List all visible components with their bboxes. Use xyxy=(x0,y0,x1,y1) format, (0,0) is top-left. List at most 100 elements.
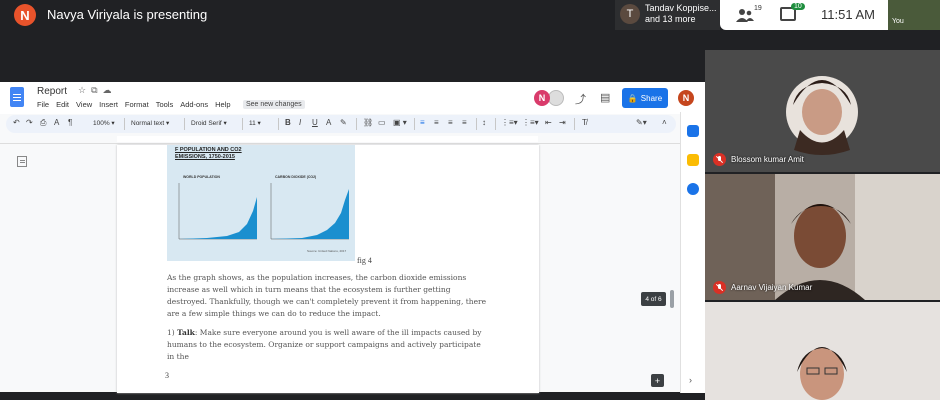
participant-tile[interactable]: Blossom kumar Amit xyxy=(705,50,940,172)
activity-icon[interactable]: ⤴ xyxy=(575,91,586,107)
align-center-icon[interactable]: ≡ xyxy=(434,118,439,127)
figure-caption: fig 4 xyxy=(357,256,372,265)
bold-icon[interactable]: B xyxy=(285,118,291,127)
underline-icon[interactable]: U xyxy=(312,118,318,127)
collapse-toolbar-icon[interactable]: ˄ xyxy=(662,118,667,127)
align-right-icon[interactable]: ≡ xyxy=(448,118,453,127)
people-icon[interactable] xyxy=(735,7,755,23)
toolbar-divider xyxy=(495,118,496,130)
undo-icon[interactable]: ↶ xyxy=(13,118,20,127)
population-area-chart xyxy=(178,183,257,240)
document-outline-icon[interactable] xyxy=(17,156,27,167)
menu-view[interactable]: View xyxy=(76,100,92,109)
menu-tools[interactable]: Tools xyxy=(156,100,174,109)
zoom-select[interactable]: 100% ▾ xyxy=(93,119,115,127)
side-panel: › xyxy=(680,112,705,393)
google-docs-window: Report ☆⧉☁ File Edit View Insert Format … xyxy=(0,82,705,393)
ruler xyxy=(0,134,680,144)
ruler-zone xyxy=(117,136,538,142)
mic-off-icon xyxy=(713,153,726,166)
participant-portrait xyxy=(786,76,858,155)
participant-avatar: T xyxy=(620,4,640,24)
presenting-banner: Navya Viriyala is presenting xyxy=(47,7,208,22)
see-new-changes-link[interactable]: See new changes xyxy=(243,100,305,109)
style-select[interactable]: Normal text ▾ xyxy=(131,119,169,127)
list-item-body: : Make sure everyone around you is well … xyxy=(167,328,482,361)
menu-insert[interactable]: Insert xyxy=(99,100,118,109)
menu-help[interactable]: Help xyxy=(215,100,230,109)
document-page[interactable]: F POPULATION AND CO2 EMISSIONS, 1750-201… xyxy=(117,145,539,393)
toolbar-divider xyxy=(574,118,575,130)
align-left-icon[interactable]: ≡ xyxy=(420,118,425,127)
menu-format[interactable]: Format xyxy=(125,100,149,109)
increase-indent-icon[interactable]: ⇥ xyxy=(559,118,566,127)
bulleted-list-icon[interactable]: ⋮≡▾ xyxy=(522,118,539,127)
list-item-talk: 1) Talk: Make sure everyone around you i… xyxy=(167,327,487,363)
share-button[interactable]: 🔒 Share xyxy=(622,88,668,108)
decrease-indent-icon[interactable]: ⇤ xyxy=(545,118,552,127)
menu-edit[interactable]: Edit xyxy=(56,100,69,109)
page-number: 3 xyxy=(165,371,169,380)
participants-chip-text: Tandav Koppise... and 13 more xyxy=(645,3,717,25)
explore-icon[interactable]: + xyxy=(651,374,664,387)
text-color-icon[interactable]: A xyxy=(326,118,331,127)
cloud-icon[interactable]: ☁ xyxy=(103,85,117,95)
docs-header: Report ☆⧉☁ File Edit View Insert Format … xyxy=(0,82,705,114)
comment-history-icon[interactable]: ▤ xyxy=(600,91,610,104)
toolbar-divider xyxy=(356,118,357,130)
list-item-heading: Talk xyxy=(177,328,195,337)
numbered-list-icon[interactable]: ⋮≡▾ xyxy=(501,118,518,127)
image-icon[interactable]: ▣ ▾ xyxy=(393,118,407,127)
scrollbar[interactable] xyxy=(670,290,674,308)
toolbar-divider xyxy=(124,118,125,130)
font-select[interactable]: Droid Serif ▾ xyxy=(191,119,227,127)
docs-logo-icon[interactable] xyxy=(10,87,24,107)
spellcheck-icon[interactable]: A xyxy=(54,118,59,127)
toolbar-divider xyxy=(242,118,243,130)
account-avatar[interactable]: N xyxy=(678,90,694,106)
participants-chip[interactable]: T Tandav Koppise... and 13 more xyxy=(615,0,720,30)
move-icon[interactable]: ⧉ xyxy=(91,85,102,95)
keep-icon[interactable] xyxy=(687,154,699,166)
list-number: 1) xyxy=(167,328,178,337)
menu-file[interactable]: File xyxy=(37,100,49,109)
toolbar-divider xyxy=(184,118,185,130)
clear-format-icon[interactable]: T̸ xyxy=(582,118,587,127)
redo-icon[interactable]: ↷ xyxy=(26,118,33,127)
lock-icon: 🔒 xyxy=(627,93,638,103)
menu-addons[interactable]: Add-ons xyxy=(180,100,208,109)
co2-area-chart xyxy=(270,183,349,240)
print-icon[interactable]: ⎙ xyxy=(40,118,46,128)
toolbar-divider xyxy=(414,118,415,130)
page-indicator: 4 of 6 xyxy=(641,292,666,306)
line-spacing-icon[interactable]: ↕ xyxy=(482,118,486,127)
comment-icon[interactable]: ▭ xyxy=(378,118,386,127)
zoom-value: 100% xyxy=(93,120,110,127)
tasks-icon[interactable] xyxy=(687,183,699,195)
highlight-icon[interactable]: ✎ xyxy=(340,118,347,127)
clock: 11:51 AM xyxy=(821,7,875,22)
style-value: Normal text xyxy=(131,120,165,127)
calendar-icon[interactable] xyxy=(687,125,699,137)
star-icon[interactable]: ☆ xyxy=(78,85,91,95)
font-size-select[interactable]: 11 ▾ xyxy=(249,119,261,127)
justify-icon[interactable]: ≡ xyxy=(462,118,467,127)
participant-video xyxy=(797,347,847,400)
participant-tile[interactable]: Aarnav Vijaiyan Kumar xyxy=(705,174,940,300)
figure-source: Source: United Nations, 2017 xyxy=(307,249,347,253)
collaborator-avatar[interactable]: N xyxy=(534,90,550,106)
link-icon[interactable]: ⛓ xyxy=(363,118,373,127)
collaborator-avatar-secondary[interactable] xyxy=(548,90,564,106)
mic-off-icon xyxy=(713,281,726,294)
font-value: Droid Serif xyxy=(191,120,222,127)
edit-mode-icon[interactable]: ✎▾ xyxy=(636,118,647,127)
italic-icon[interactable]: I xyxy=(299,118,301,127)
document-title[interactable]: Report xyxy=(37,86,67,97)
population-co2-figure[interactable]: F POPULATION AND CO2 EMISSIONS, 1750-201… xyxy=(167,145,355,261)
toolbar-divider xyxy=(278,118,279,130)
participant-tile[interactable] xyxy=(705,302,940,400)
chevron-right-icon[interactable]: › xyxy=(689,375,692,385)
presenter-avatar: N xyxy=(14,4,36,26)
self-video-tile[interactable]: You xyxy=(888,0,940,30)
paint-format-icon[interactable]: ¶ xyxy=(68,118,72,127)
